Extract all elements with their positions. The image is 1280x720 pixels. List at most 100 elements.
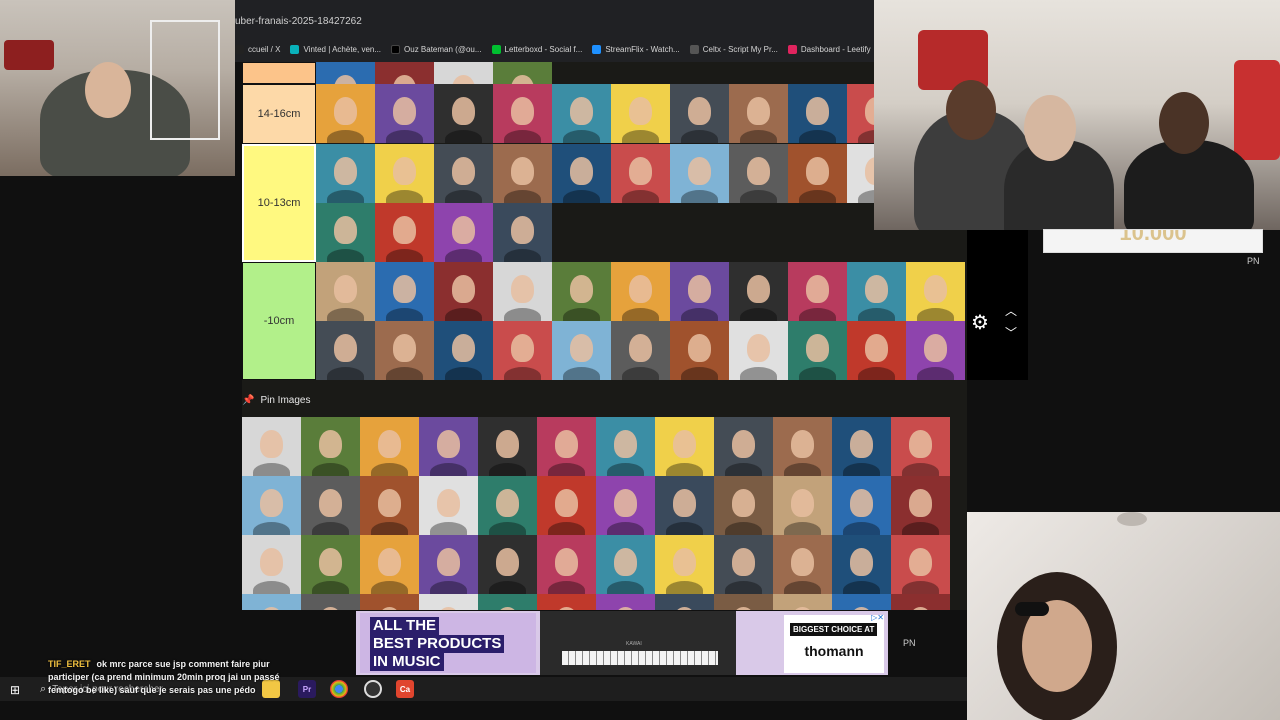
chevron-down-icon[interactable]: ﹀ bbox=[1005, 324, 1017, 341]
creator-thumbnail[interactable] bbox=[434, 62, 493, 84]
creator-thumbnail[interactable] bbox=[419, 535, 478, 594]
canva-icon[interactable]: Ca bbox=[396, 680, 414, 698]
creator-thumbnail[interactable] bbox=[316, 203, 375, 262]
creator-thumbnail[interactable] bbox=[242, 535, 301, 594]
creator-thumbnail[interactable] bbox=[788, 321, 847, 380]
creator-thumbnail[interactable] bbox=[301, 417, 360, 476]
creator-thumbnail[interactable] bbox=[773, 417, 832, 476]
creator-thumbnail[interactable] bbox=[832, 417, 891, 476]
tier-label[interactable] bbox=[242, 62, 316, 84]
creator-thumbnail[interactable] bbox=[478, 535, 537, 594]
creator-thumbnail[interactable] bbox=[478, 594, 537, 610]
creator-thumbnail[interactable] bbox=[611, 144, 670, 203]
creator-thumbnail[interactable] bbox=[375, 203, 434, 262]
creator-thumbnail[interactable] bbox=[360, 594, 419, 610]
creator-thumbnail[interactable] bbox=[375, 262, 434, 321]
creator-thumbnail[interactable] bbox=[655, 476, 714, 535]
creator-thumbnail[interactable] bbox=[375, 321, 434, 380]
tab-title[interactable]: uber-franais-2025-18427262 bbox=[235, 16, 362, 27]
creator-thumbnail[interactable] bbox=[655, 417, 714, 476]
creator-thumbnail[interactable] bbox=[552, 262, 611, 321]
creator-thumbnail[interactable] bbox=[714, 535, 773, 594]
creator-thumbnail[interactable] bbox=[552, 84, 611, 143]
creator-thumbnail[interactable] bbox=[596, 594, 655, 610]
creator-thumbnail[interactable] bbox=[891, 594, 950, 610]
creator-thumbnail[interactable] bbox=[773, 594, 832, 610]
tier-label[interactable]: 10-13cm bbox=[242, 144, 316, 262]
creator-thumbnail[interactable] bbox=[375, 62, 434, 84]
creator-thumbnail[interactable] bbox=[847, 262, 906, 321]
creator-thumbnail[interactable] bbox=[419, 476, 478, 535]
ad-banner[interactable]: ALL THE BEST PRODUCTS IN MUSIC KAWAI BIG… bbox=[356, 611, 888, 675]
bookmark-streamflix[interactable]: StreamFlix - Watch... bbox=[592, 44, 680, 54]
creator-thumbnail[interactable] bbox=[670, 144, 729, 203]
creator-thumbnail[interactable] bbox=[773, 535, 832, 594]
bookmark-leetify[interactable]: Dashboard - Leetify bbox=[787, 44, 871, 54]
bookmark-tiktok[interactable]: Ouz Bateman (@ou... bbox=[391, 44, 482, 54]
creator-thumbnail[interactable] bbox=[493, 262, 552, 321]
creator-thumbnail[interactable] bbox=[360, 417, 419, 476]
creator-thumbnail[interactable] bbox=[493, 144, 552, 203]
creator-thumbnail[interactable] bbox=[242, 476, 301, 535]
creator-thumbnail[interactable] bbox=[596, 535, 655, 594]
creator-thumbnail[interactable] bbox=[316, 321, 375, 380]
creator-thumbnail[interactable] bbox=[301, 594, 360, 610]
creator-thumbnail[interactable] bbox=[832, 476, 891, 535]
creator-thumbnail[interactable] bbox=[434, 203, 493, 262]
creator-thumbnail[interactable] bbox=[242, 594, 301, 610]
creator-thumbnail[interactable] bbox=[434, 84, 493, 143]
tier-label[interactable]: -10cm bbox=[242, 262, 316, 380]
obs-icon[interactable] bbox=[364, 680, 382, 698]
creator-thumbnail[interactable] bbox=[832, 594, 891, 610]
gear-icon[interactable]: ⚙ bbox=[971, 310, 989, 335]
creator-thumbnail[interactable] bbox=[537, 476, 596, 535]
creator-thumbnail[interactable] bbox=[729, 321, 788, 380]
creator-thumbnail[interactable] bbox=[537, 535, 596, 594]
creator-thumbnail[interactable] bbox=[419, 594, 478, 610]
creator-thumbnail[interactable] bbox=[493, 203, 552, 262]
creator-thumbnail[interactable] bbox=[891, 476, 950, 535]
creator-thumbnail[interactable] bbox=[611, 84, 670, 143]
creator-thumbnail[interactable] bbox=[891, 535, 950, 594]
creator-thumbnail[interactable] bbox=[670, 321, 729, 380]
ad-choices-icon[interactable]: ▷✕ bbox=[871, 613, 884, 622]
creator-thumbnail[interactable] bbox=[611, 262, 670, 321]
creator-thumbnail[interactable] bbox=[301, 476, 360, 535]
creator-thumbnail[interactable] bbox=[655, 535, 714, 594]
chevron-up-icon[interactable]: ︿ bbox=[1005, 302, 1017, 319]
creator-thumbnail[interactable] bbox=[316, 84, 375, 143]
creator-thumbnail[interactable] bbox=[847, 321, 906, 380]
creator-thumbnail[interactable] bbox=[316, 262, 375, 321]
creator-thumbnail[interactable] bbox=[729, 84, 788, 143]
creator-thumbnail[interactable] bbox=[478, 476, 537, 535]
creator-thumbnail[interactable] bbox=[552, 144, 611, 203]
creator-thumbnail[interactable] bbox=[714, 476, 773, 535]
creator-thumbnail[interactable] bbox=[360, 535, 419, 594]
creator-thumbnail[interactable] bbox=[434, 321, 493, 380]
chrome-icon[interactable] bbox=[330, 680, 348, 698]
creator-thumbnail[interactable] bbox=[729, 144, 788, 203]
creator-thumbnail[interactable] bbox=[316, 144, 375, 203]
bookmark-celtx[interactable]: Celtx - Script My Pr... bbox=[689, 44, 778, 54]
creator-thumbnail[interactable] bbox=[537, 417, 596, 476]
creator-thumbnail[interactable] bbox=[301, 535, 360, 594]
creator-thumbnail[interactable] bbox=[655, 594, 714, 610]
tier-label[interactable]: 14-16cm bbox=[242, 84, 316, 144]
creator-thumbnail[interactable] bbox=[596, 476, 655, 535]
creator-thumbnail[interactable] bbox=[773, 476, 832, 535]
creator-thumbnail[interactable] bbox=[906, 262, 965, 321]
creator-thumbnail[interactable] bbox=[788, 262, 847, 321]
creator-thumbnail[interactable] bbox=[434, 262, 493, 321]
creator-thumbnail[interactable] bbox=[552, 321, 611, 380]
creator-thumbnail[interactable] bbox=[375, 84, 434, 143]
creator-thumbnail[interactable] bbox=[714, 594, 773, 610]
creator-thumbnail[interactable] bbox=[419, 417, 478, 476]
creator-thumbnail[interactable] bbox=[788, 144, 847, 203]
creator-thumbnail[interactable] bbox=[611, 321, 670, 380]
creator-thumbnail[interactable] bbox=[493, 62, 552, 84]
creator-thumbnail[interactable] bbox=[832, 535, 891, 594]
creator-thumbnail[interactable] bbox=[360, 476, 419, 535]
creator-thumbnail[interactable] bbox=[788, 84, 847, 143]
windows-start-icon[interactable]: ⊞ bbox=[10, 683, 20, 697]
creator-thumbnail[interactable] bbox=[714, 417, 773, 476]
